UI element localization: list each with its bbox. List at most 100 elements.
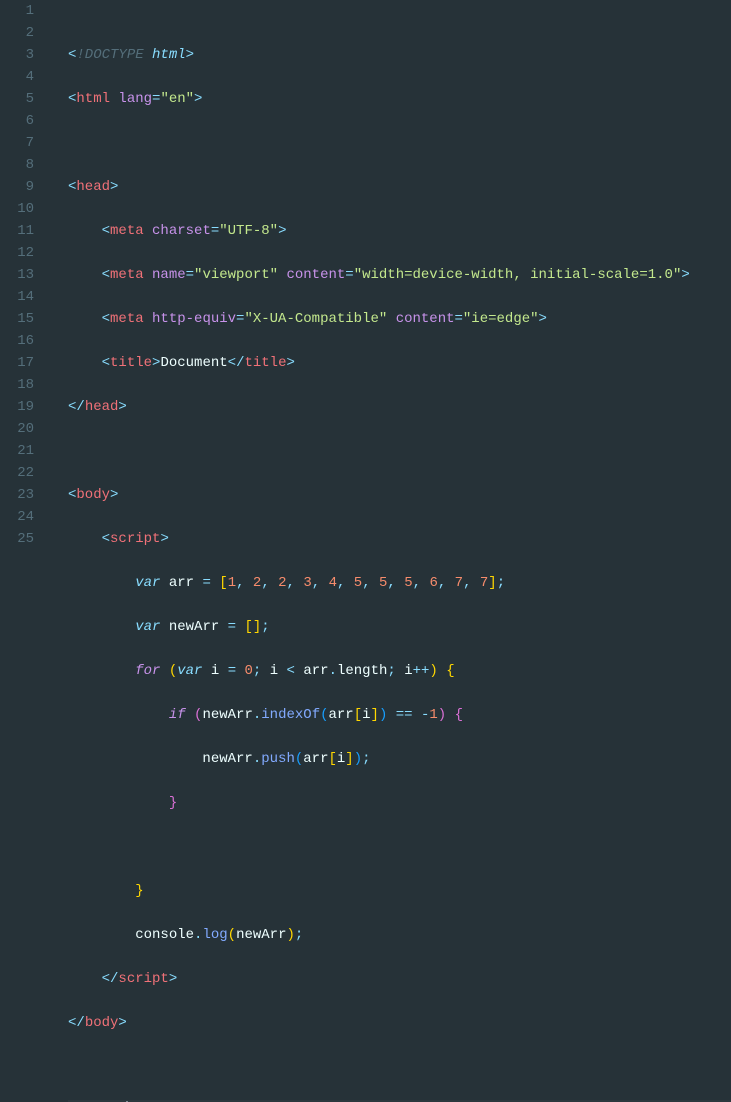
- paren: ): [354, 751, 362, 767]
- code-editor-content[interactable]: <!DOCTYPE html> <html lang="en"> <head> …: [52, 0, 731, 551]
- tag-head: head: [85, 399, 119, 415]
- tag-meta: meta: [110, 267, 144, 283]
- line-number: 24: [0, 506, 34, 528]
- bracket: ]: [345, 751, 353, 767]
- line-number: 13: [0, 264, 34, 286]
- line-number: 19: [0, 396, 34, 418]
- angle-close: >: [186, 47, 194, 63]
- attr: content: [286, 267, 345, 283]
- tag-script: script: [118, 971, 168, 987]
- line-number: 21: [0, 440, 34, 462]
- angle: >: [681, 267, 689, 283]
- kw-var: var: [135, 575, 160, 591]
- str: "ie=edge": [463, 311, 539, 327]
- dot: .: [253, 751, 261, 767]
- ident: i: [211, 663, 219, 679]
- ident: newArr: [236, 927, 286, 943]
- num: 5: [354, 575, 362, 591]
- line-number: 14: [0, 286, 34, 308]
- line-number: 8: [0, 154, 34, 176]
- code-line: console.log(newArr);: [68, 924, 731, 946]
- code-line: <!DOCTYPE html>: [68, 44, 731, 66]
- paren: ): [379, 707, 387, 723]
- num: 6: [429, 575, 437, 591]
- semi: ;: [295, 927, 303, 943]
- line-number: 23: [0, 484, 34, 506]
- ident: arr: [169, 575, 194, 591]
- tag-meta: meta: [110, 223, 144, 239]
- tag-meta: meta: [110, 311, 144, 327]
- ident: newArr: [202, 751, 252, 767]
- doctype-decl: !DOCTYPE: [76, 47, 143, 63]
- num: 7: [480, 575, 488, 591]
- str: "viewport": [194, 267, 278, 283]
- code-line: [68, 836, 731, 858]
- paren: (: [320, 707, 328, 723]
- bracket: ]: [253, 619, 261, 635]
- comma: ,: [287, 575, 304, 591]
- comma: ,: [261, 575, 278, 591]
- attr: content: [396, 311, 455, 327]
- tag-body: body: [85, 1015, 119, 1031]
- kw-var: var: [135, 619, 160, 635]
- code-line: for (var i = 0; i < arr.length; i++) {: [68, 660, 731, 682]
- num: 1: [429, 707, 437, 723]
- cursor-icon: [126, 1101, 128, 1102]
- line-number: 5: [0, 88, 34, 110]
- code-line: newArr.push(arr[i]);: [68, 748, 731, 770]
- brace: }: [169, 795, 177, 811]
- attr: name: [152, 267, 186, 283]
- ident: newArr: [202, 707, 252, 723]
- tag-script: script: [110, 531, 160, 547]
- comma: ,: [387, 575, 404, 591]
- line-number: 18: [0, 374, 34, 396]
- line-number: 2: [0, 22, 34, 44]
- op: -: [421, 707, 429, 723]
- comma: ,: [337, 575, 354, 591]
- bracket: ]: [488, 575, 496, 591]
- code-line: <html lang="en">: [68, 88, 731, 110]
- code-line: var newArr = [];: [68, 616, 731, 638]
- line-number: 9: [0, 176, 34, 198]
- code-line: </body>: [68, 1012, 731, 1034]
- semi: ;: [387, 663, 395, 679]
- op: =: [202, 575, 210, 591]
- line-number: 25: [0, 528, 34, 550]
- num: 2: [278, 575, 286, 591]
- line-number: 22: [0, 462, 34, 484]
- paren: ): [429, 663, 437, 679]
- angle: >: [278, 223, 286, 239]
- op: =: [228, 663, 236, 679]
- str: "UTF-8": [219, 223, 278, 239]
- code-line: <script>: [68, 528, 731, 550]
- str: "width=device-width, initial-scale=1.0": [354, 267, 682, 283]
- eq: =: [186, 267, 194, 283]
- semi: ;: [261, 619, 269, 635]
- paren: (: [194, 707, 202, 723]
- ident: arr: [329, 707, 354, 723]
- fn: log: [202, 927, 227, 943]
- paren: ): [438, 707, 446, 723]
- code-line: }: [68, 880, 731, 902]
- bracket: [: [244, 619, 252, 635]
- line-number-gutter: 1234567891011121314151617181920212223242…: [0, 0, 52, 551]
- angle: <: [102, 311, 110, 327]
- ident: i: [362, 707, 370, 723]
- line-number: 1: [0, 0, 34, 22]
- angle: >: [118, 399, 126, 415]
- angle: <: [102, 971, 110, 987]
- num: 4: [329, 575, 337, 591]
- code-line: <body>: [68, 484, 731, 506]
- angle: >: [194, 91, 202, 107]
- angle: <: [102, 223, 110, 239]
- bracket: [: [219, 575, 227, 591]
- angle: >: [110, 487, 118, 503]
- angle: >: [118, 1015, 126, 1031]
- ident: arr: [303, 663, 328, 679]
- angle: >: [539, 311, 547, 327]
- num: 3: [303, 575, 311, 591]
- code-line: <meta http-equiv="X-UA-Compatible" conte…: [68, 308, 731, 330]
- ident: i: [337, 751, 345, 767]
- ident: arr: [303, 751, 328, 767]
- dot: .: [329, 663, 337, 679]
